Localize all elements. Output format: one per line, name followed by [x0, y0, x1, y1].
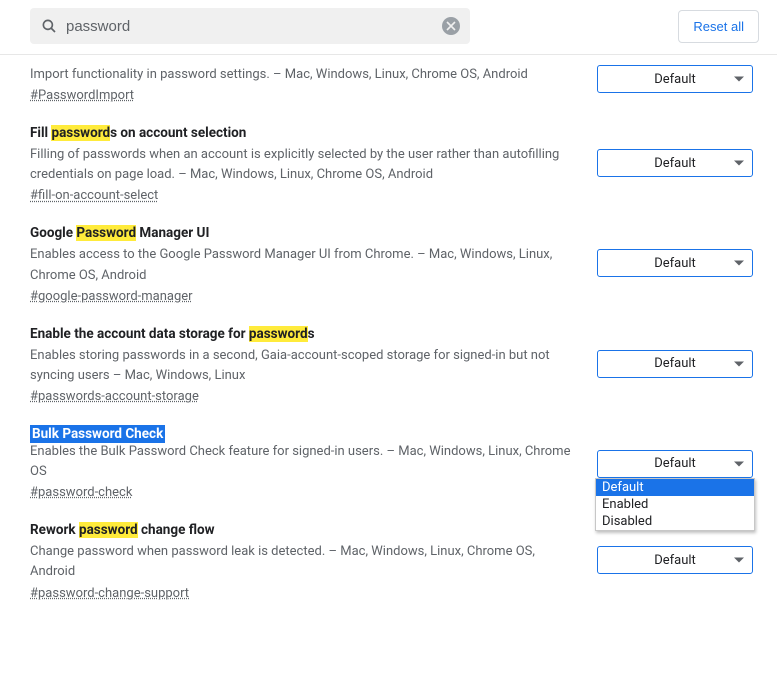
- search-highlight: password: [79, 522, 138, 538]
- search-highlight: Password: [76, 225, 136, 241]
- flag-dropdown[interactable]: Default: [597, 249, 753, 277]
- flag-dropdown[interactable]: Default: [597, 450, 753, 478]
- search-box[interactable]: [30, 8, 470, 44]
- chevron-down-icon: [734, 461, 744, 466]
- search-icon: [40, 17, 58, 35]
- flag-title: Fill passwords on account selection: [30, 125, 577, 141]
- dropdown-value: Default: [654, 256, 696, 271]
- dropdown-value: Default: [654, 156, 696, 171]
- flag-anchor-link[interactable]: #google-password-manager: [30, 289, 193, 304]
- reset-all-button[interactable]: Reset all: [678, 10, 759, 43]
- chevron-down-icon: [734, 161, 744, 166]
- flag-anchor-link[interactable]: #passwords-account-storage: [30, 389, 199, 404]
- flag-description: Filling of passwords when an account is …: [30, 145, 577, 185]
- dropdown-option-enabled[interactable]: Enabled: [596, 496, 754, 513]
- flag-dropdown[interactable]: Default: [597, 546, 753, 574]
- search-highlight: password: [249, 326, 308, 342]
- chevron-down-icon: [734, 77, 744, 82]
- dropdown-value: Default: [654, 456, 696, 471]
- chevron-down-icon: [734, 361, 744, 366]
- flag-anchor-link[interactable]: #PasswordImport: [30, 88, 134, 103]
- flag-item: Enable the account data storage for pass…: [30, 304, 753, 404]
- flag-title: Bulk Password Check: [30, 426, 577, 442]
- flag-item: Import functionality in password setting…: [30, 55, 753, 103]
- flag-list: Import functionality in password setting…: [0, 55, 777, 625]
- flag-item: Fill passwords on account selection Fill…: [30, 103, 753, 203]
- flag-item: Bulk Password Check Enables the Bulk Pas…: [30, 404, 753, 500]
- flag-description: Change password when password leak is de…: [30, 542, 577, 582]
- flag-dropdown[interactable]: Default: [597, 149, 753, 177]
- chevron-down-icon: [734, 558, 744, 563]
- flag-description: Enables storing passwords in a second, G…: [30, 346, 577, 386]
- flag-description: Enables the Bulk Password Check feature …: [30, 442, 577, 482]
- flag-dropdown[interactable]: Default: [597, 65, 753, 93]
- flag-title: Google Password Manager UI: [30, 225, 577, 241]
- flag-description: Enables access to the Google Password Ma…: [30, 245, 577, 285]
- dropdown-value: Default: [654, 356, 696, 371]
- dropdown-menu: Default Enabled Disabled: [595, 478, 755, 531]
- flag-title: Rework password change flow: [30, 522, 577, 538]
- clear-search-icon[interactable]: [442, 17, 460, 35]
- topbar: Reset all: [0, 0, 777, 55]
- flag-item: Google Password Manager UI Enables acces…: [30, 203, 753, 303]
- dropdown-value: Default: [654, 553, 696, 568]
- search-highlight: password: [51, 125, 110, 141]
- dropdown-option-disabled[interactable]: Disabled: [596, 513, 754, 530]
- flag-dropdown[interactable]: Default: [597, 350, 753, 378]
- flag-description: Import functionality in password setting…: [30, 65, 577, 85]
- chevron-down-icon: [734, 261, 744, 266]
- flag-anchor-link[interactable]: #fill-on-account-select: [30, 188, 158, 203]
- flag-anchor-link[interactable]: #password-check: [30, 485, 132, 500]
- dropdown-value: Default: [654, 72, 696, 87]
- search-input[interactable]: [58, 17, 442, 36]
- flag-anchor-link[interactable]: #password-change-support: [30, 586, 189, 601]
- dropdown-option-default[interactable]: Default: [596, 479, 754, 496]
- flag-title: Enable the account data storage for pass…: [30, 326, 577, 342]
